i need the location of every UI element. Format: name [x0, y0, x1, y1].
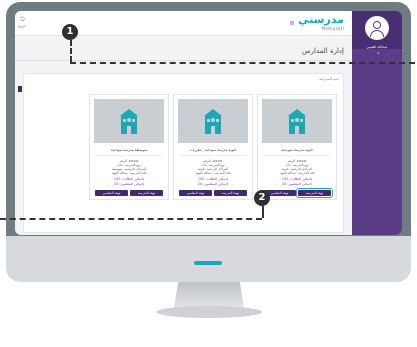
card-actions: تهيئة المدرسة تهيئة المعلمين: [95, 190, 163, 196]
school-name: ثانوية مدرسة نموذجية: [281, 148, 313, 152]
sidebar: عبدالله العتيبي ▾: [352, 11, 402, 235]
card-divider: [180, 155, 246, 156]
school-building-icon: [120, 109, 138, 134]
grid-icon: [290, 21, 294, 25]
setup-school-button[interactable]: تهيئة المدرسة: [296, 188, 333, 198]
school-image: [178, 99, 248, 143]
monitor-frame: ⎋ خروج مدرستي Madrasati عبدالله العتيبي …: [6, 2, 411, 320]
teachers-total: إجمالي المعلمين: 20: [281, 182, 313, 186]
chevron-down-icon[interactable]: ▾: [377, 51, 379, 55]
card-divider: [96, 155, 162, 156]
card-divider: [264, 155, 330, 156]
school-name: ثانوية مدرسة نموذجية - مقررات: [189, 148, 237, 152]
app-logo-subtitle: Madrasati: [321, 26, 344, 31]
page-title: إدارة المدارس: [302, 47, 344, 55]
school-card[interactable]: متوسطة مدرسة نموذجية الرقم: #### نوع الم…: [89, 94, 169, 200]
schools-panel: اسم المدرسة ثانوية مدرسة نموذجية الرقم: …: [18, 73, 344, 233]
collapse-tab[interactable]: [18, 86, 22, 92]
school-card[interactable]: ثانوية مدرسة نموذجية - مقررات الرقم: ###…: [173, 94, 253, 200]
setup-school-button[interactable]: تهيئة المدرسة: [130, 190, 163, 196]
students-total: إجمالي الطلاب: 100: [281, 177, 313, 181]
setup-teachers-button[interactable]: تهيئة المعلمين: [95, 190, 128, 196]
exit-label[interactable]: خروج: [18, 24, 26, 28]
callout-line-2: [0, 218, 262, 220]
school-principal: قائد المدرسة: عبدالله الفهيد: [195, 171, 231, 175]
exit-icon[interactable]: ⎋: [20, 16, 25, 24]
students-total: إجمالي الطلاب: 100: [113, 177, 145, 181]
app-logo: مدرستي: [298, 13, 344, 26]
app-screen: ⎋ خروج مدرستي Madrasati عبدالله العتيبي …: [15, 11, 402, 235]
setup-teachers-button[interactable]: تهيئة المعلمين: [179, 190, 212, 196]
monitor-stand-neck: [174, 282, 244, 308]
teachers-total: إجمالي المعلمين: 20: [113, 182, 145, 186]
user-name[interactable]: عبدالله العتيبي: [354, 45, 400, 49]
teachers-total: إجمالي المعلمين: 20: [197, 182, 229, 186]
card-actions: تهيئة المدرسة تهيئة المعلمين: [179, 190, 247, 196]
school-principal: قائد المدرسة: عبدالله الفهيد: [111, 171, 147, 175]
callout-line-2-vertical: [262, 206, 264, 218]
title-divider: [15, 60, 352, 61]
school-principal: قائد المدرسة: عبدالله الفهيد: [279, 171, 315, 175]
step-marker-1: 1: [62, 24, 78, 40]
setup-school-button[interactable]: تهيئة المدرسة: [214, 190, 247, 196]
breadcrumb: اسم المدرسة: [319, 77, 339, 81]
school-building-icon: [288, 109, 306, 134]
school-card[interactable]: ثانوية مدرسة نموذجية الرقم: #### نوع الم…: [257, 94, 337, 200]
callout-line-1: [70, 62, 415, 64]
step-marker-2: 2: [254, 190, 270, 206]
callout-line-1-vertical: [70, 40, 72, 62]
monitor-logo-bar: [194, 261, 222, 265]
school-name: متوسطة مدرسة نموذجية: [110, 148, 148, 152]
school-image: [262, 99, 332, 143]
avatar-icon[interactable]: [365, 16, 389, 40]
school-building-icon: [204, 109, 222, 134]
card-actions: تهيئة المدرسة تهيئة المعلمين: [263, 188, 333, 198]
school-image: [94, 99, 164, 143]
monitor-chin: [6, 236, 411, 282]
monitor-stand-base: [156, 306, 262, 318]
students-total: إجمالي الطلاب: 100: [197, 177, 229, 181]
